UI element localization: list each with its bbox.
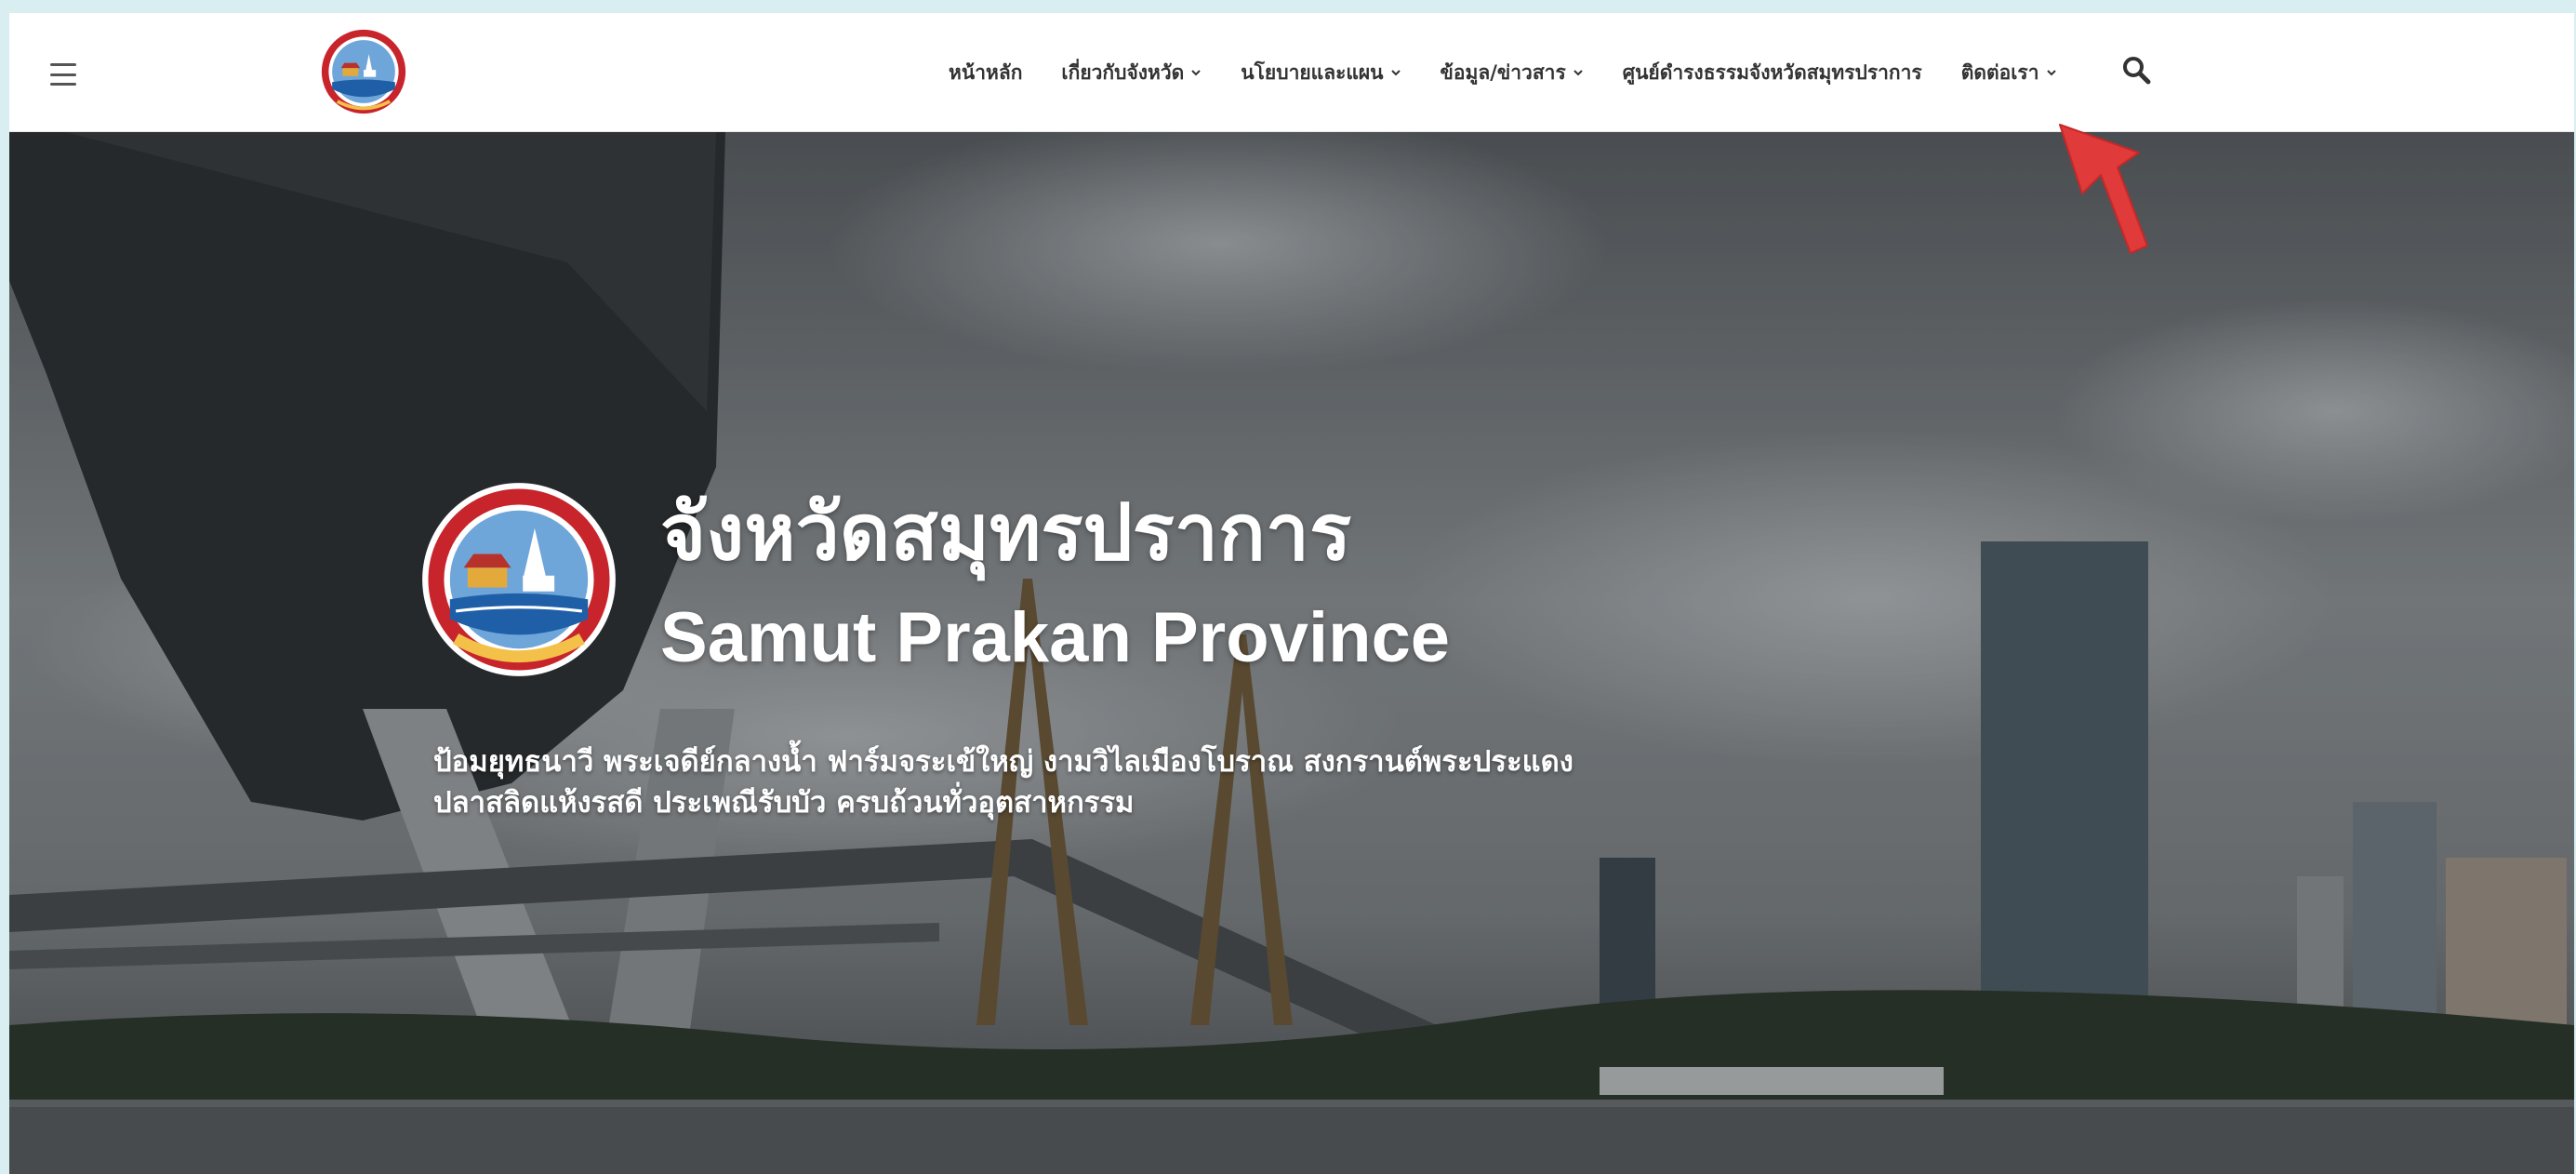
top-navbar: หน้าหลัก เกี่ยวกับจังหวัด นโยบายและแผน ข… (9, 13, 2574, 132)
search-icon[interactable] (2120, 54, 2152, 86)
nav-item-contact[interactable]: ติดต่อเรา (1942, 58, 2077, 88)
nav-item-label: ติดต่อเรา (1960, 60, 2039, 84)
nav-item-label: หน้าหลัก (949, 60, 1023, 84)
hamburger-icon[interactable] (50, 63, 76, 86)
province-seal-emblem (422, 483, 616, 676)
tagline-line: ปลาสลิดแห้งรสดี ประเพณีรับบัว ครบถ้วนทั่… (433, 786, 1135, 820)
browser-viewport: หน้าหลัก เกี่ยวกับจังหวัด นโยบายและแผน ข… (9, 13, 2574, 1174)
hero-title-thai: จังหวัดสมุทรปราการ (660, 487, 1352, 578)
hero-tagline: ป้อมยุทธนาวี พระเจดีย์กลางน้ำ ฟาร์มจระเข… (433, 741, 1735, 823)
nav-item-label: นโยบายและแผน (1241, 60, 1384, 84)
red-arrow-annotation-icon (2059, 124, 2148, 254)
nav-item-label: ข้อมูล/ข่าวสาร (1440, 60, 1566, 84)
nav-item-about-province[interactable]: เกี่ยวกับจังหวัด (1042, 58, 1221, 88)
nav-item-label: เกี่ยวกับจังหวัด (1061, 60, 1185, 84)
nav-item-damrongdhama-center[interactable]: ศูนย์ดำรงธรรมจังหวัดสมุทรปราการ (1603, 58, 1942, 88)
nav-item-home[interactable]: หน้าหลัก (949, 58, 1042, 88)
main-menu: หน้าหลัก เกี่ยวกับจังหวัด นโยบายและแผน ข… (949, 47, 2077, 99)
hero-title-english: Samut Prakan Province (660, 598, 1451, 677)
nav-item-label: ศูนย์ดำรงธรรมจังหวัดสมุทรปราการ (1622, 60, 1922, 84)
nav-item-news[interactable]: ข้อมูล/ข่าวสาร (1421, 58, 1603, 88)
chevron-down-icon (1191, 70, 1202, 76)
chevron-down-icon (2046, 70, 2056, 76)
nav-item-policy-plans[interactable]: นโยบายและแผน (1221, 58, 1420, 88)
province-seal-logo[interactable] (320, 28, 407, 115)
tagline-line: ป้อมยุทธนาวี พระเจดีย์กลางน้ำ ฟาร์มจระเข… (433, 745, 1573, 779)
hero-banner: จังหวัดสมุทรปราการ Samut Prakan Province… (9, 132, 2574, 1174)
chevron-down-icon (1573, 70, 1583, 76)
chevron-down-icon (1390, 70, 1401, 76)
